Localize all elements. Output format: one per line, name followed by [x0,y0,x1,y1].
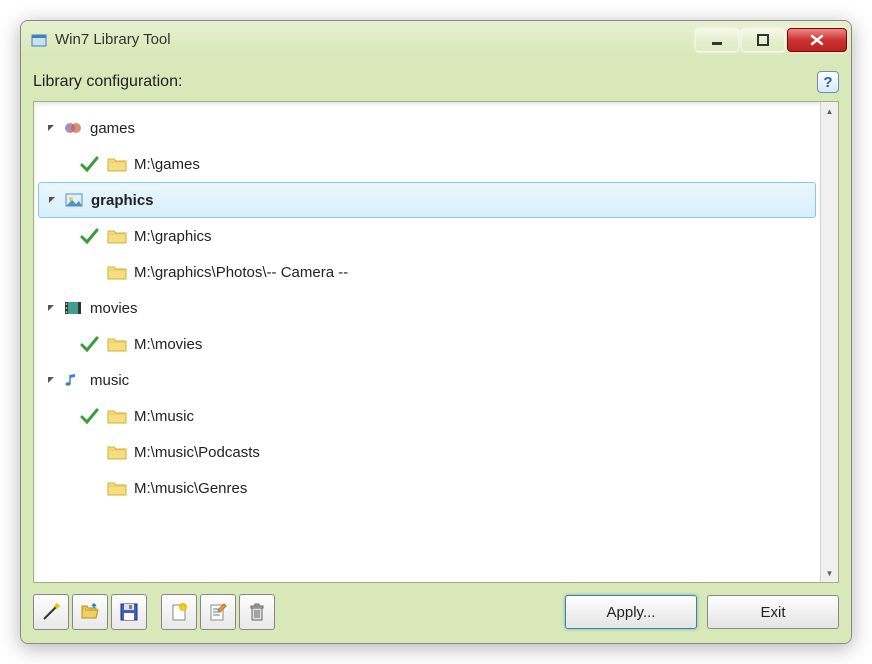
folder-icon [106,334,128,354]
check-icon [78,154,100,174]
floppy-icon [119,602,139,622]
folder-path: M:\graphics [134,228,212,245]
toolbar [33,594,275,630]
check-placeholder [78,442,100,462]
music-icon [62,370,84,390]
check-icon [78,406,100,426]
folder-icon [106,226,128,246]
footer: Apply... Exit [33,583,839,631]
folder-path: M:\graphics\Photos\-- Camera -- [134,264,348,281]
apply-button[interactable]: Apply... [565,595,697,629]
header-label: Library configuration: [33,73,182,91]
folder-node[interactable]: M:\movies [38,326,816,362]
folder-path: M:\movies [134,336,202,353]
library-tree[interactable]: games M:\games graphics M:\graphics M:\graph… [34,102,820,582]
wand-icon [41,602,61,622]
toolbar-separator [150,594,158,630]
check-placeholder [78,478,100,498]
wizard-button[interactable] [33,594,69,630]
scroll-up-arrow[interactable]: ▲ [821,102,838,120]
edit-doc-icon [208,602,228,622]
folder-icon [106,262,128,282]
check-placeholder [78,262,100,282]
edit-library-button[interactable] [200,594,236,630]
close-button[interactable] [787,28,847,52]
app-window: Win7 Library Tool Library configuration:… [20,20,852,644]
library-label: music [90,372,129,389]
new-library-button[interactable] [161,594,197,630]
folder-node[interactable]: M:\music\Podcasts [38,434,816,470]
expander-icon[interactable] [45,193,59,207]
movies-icon [62,298,84,318]
folder-open-icon [80,602,100,622]
tree-container: games M:\games graphics M:\graphics M:\graph… [33,101,839,583]
save-button[interactable] [111,594,147,630]
folder-icon [106,154,128,174]
folder-path: M:\music\Podcasts [134,444,260,461]
help-button[interactable]: ? [817,71,839,93]
library-label: games [90,120,135,137]
check-icon [78,334,100,354]
library-node[interactable]: games [38,110,816,146]
open-button[interactable] [72,594,108,630]
folder-node[interactable]: M:\music\Genres [38,470,816,506]
client-area: Library configuration: ? games M:\games gr… [21,59,851,643]
scroll-down-arrow[interactable]: ▼ [821,564,838,582]
exit-button[interactable]: Exit [707,595,839,629]
header-row: Library configuration: ? [33,67,839,101]
maximize-button[interactable] [741,28,785,52]
app-icon [31,32,47,48]
folder-icon [106,478,128,498]
check-icon [78,226,100,246]
titlebar[interactable]: Win7 Library Tool [21,21,851,59]
vertical-scrollbar[interactable]: ▲ ▼ [820,102,838,582]
folder-node[interactable]: M:\graphics [38,218,816,254]
library-label: graphics [91,192,154,209]
library-node[interactable]: graphics [38,182,816,218]
trash-icon [247,602,267,622]
folder-node[interactable]: M:\music [38,398,816,434]
folder-icon [106,442,128,462]
library-node[interactable]: music [38,362,816,398]
delete-button[interactable] [239,594,275,630]
help-icon: ? [823,74,832,91]
expander-icon[interactable] [44,301,58,315]
library-node[interactable]: movies [38,290,816,326]
graphics-icon [63,190,85,210]
folder-node[interactable]: M:\graphics\Photos\-- Camera -- [38,254,816,290]
minimize-button[interactable] [695,28,739,52]
folder-icon [106,406,128,426]
expander-icon[interactable] [44,121,58,135]
folder-path: M:\games [134,156,200,173]
window-buttons [695,28,847,52]
library-label: movies [90,300,138,317]
new-doc-icon [169,602,189,622]
games-icon [62,118,84,138]
folder-path: M:\music\Genres [134,480,247,497]
window-title: Win7 Library Tool [55,31,695,48]
main-buttons: Apply... Exit [565,595,839,629]
folder-node[interactable]: M:\games [38,146,816,182]
expander-icon[interactable] [44,373,58,387]
folder-path: M:\music [134,408,194,425]
